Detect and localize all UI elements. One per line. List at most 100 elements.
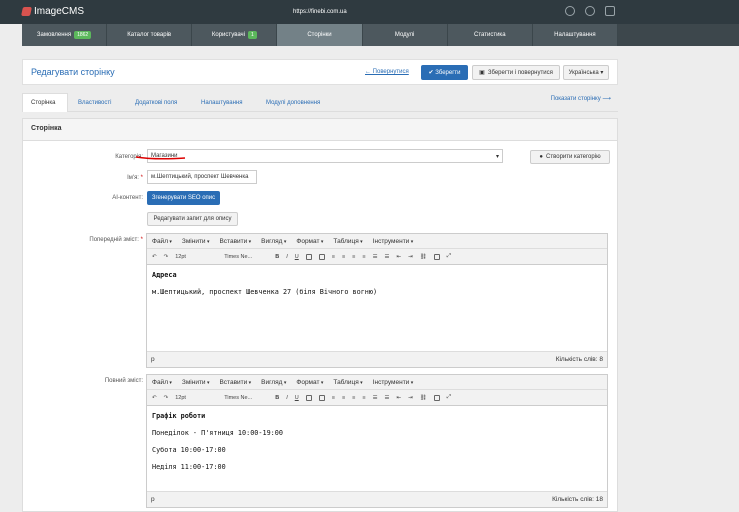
help-icon[interactable]	[565, 6, 575, 16]
menu-format[interactable]: Формат	[296, 238, 323, 245]
editor-menubar: Файл Змінити Вставити Вигляд Формат Табл…	[147, 234, 607, 249]
text-color-icon[interactable]	[305, 253, 312, 260]
align-right-icon[interactable]: ≡	[352, 254, 355, 260]
font-size-select[interactable]: 12pt	[175, 254, 217, 260]
external-link-icon[interactable]	[605, 6, 615, 16]
nav-modules[interactable]: Модулі	[363, 24, 448, 46]
menu-table[interactable]: Таблиця	[333, 379, 362, 386]
page-form-panel: Сторінка Категорія: Магазини ▾ ● Створити …	[22, 118, 618, 512]
category-select[interactable]: Магазини ▾	[147, 149, 503, 163]
tab-page[interactable]: Сторінка	[22, 93, 68, 112]
align-center-icon[interactable]: ≡	[342, 395, 345, 401]
align-justify-icon[interactable]: ≡	[362, 395, 365, 401]
logo-text: ImageCMS	[34, 6, 85, 17]
align-right-icon[interactable]: ≡	[352, 395, 355, 401]
menu-file[interactable]: Файл	[152, 379, 172, 386]
element-path: p	[151, 356, 155, 363]
generate-seo-button[interactable]: Згенерувати SEO опис	[147, 191, 220, 205]
font-family-select[interactable]: Times Ne...	[224, 254, 268, 260]
word-count: Кількість слів: 18	[552, 496, 603, 503]
undo-icon[interactable]: ↶	[152, 395, 157, 401]
align-center-icon[interactable]: ≡	[342, 254, 345, 260]
save-return-button[interactable]: ▣ Зберегти і повернутися	[472, 65, 560, 80]
back-link[interactable]: ← Повернутися	[365, 69, 409, 75]
nav-statistics[interactable]: Статистика	[448, 24, 533, 46]
save-button[interactable]: ✔ Зберегти	[421, 65, 468, 80]
preview-content[interactable]: Адреса м.Шептицький, проспект Шевченка 2…	[147, 265, 607, 311]
nav-pages[interactable]: Сторінки	[277, 24, 363, 46]
bold-icon[interactable]: B	[275, 254, 279, 260]
menu-edit[interactable]: Змінити	[182, 238, 210, 245]
plus-icon: ●	[539, 154, 544, 160]
panel-title: Сторінка	[23, 119, 617, 141]
show-page-link[interactable]: Показати сторінку ⟶	[551, 95, 611, 102]
indent-icon[interactable]: ⇥	[408, 254, 413, 260]
bullet-list-icon[interactable]: ☰	[373, 395, 378, 401]
tab-bar: Сторінка Властивості Додаткові поля Нала…	[22, 93, 618, 112]
menu-view[interactable]: Вигляд	[261, 238, 286, 245]
orders-badge: 1862	[74, 31, 92, 39]
align-left-icon[interactable]: ≡	[332, 395, 335, 401]
nav-filler	[618, 24, 739, 46]
nav-settings[interactable]: Налаштування	[533, 24, 618, 46]
italic-icon[interactable]: I	[286, 254, 288, 260]
full-content[interactable]: Графік роботи Понеділок - П'ятниця 10:00…	[147, 406, 607, 486]
align-left-icon[interactable]: ≡	[332, 254, 335, 260]
fullscreen-icon[interactable]: ⤢	[447, 253, 451, 260]
redo-icon[interactable]: ↷	[164, 254, 169, 260]
menu-view[interactable]: Вигляд	[261, 379, 286, 386]
menu-insert[interactable]: Вставити	[219, 238, 251, 245]
underline-icon[interactable]: U	[295, 254, 299, 260]
italic-icon[interactable]: I	[286, 395, 288, 401]
bold-icon[interactable]: B	[275, 395, 279, 401]
outdent-icon[interactable]: ⇤	[396, 254, 401, 260]
preview-label: Попередній зміст: *	[89, 237, 143, 243]
redo-icon[interactable]: ↷	[164, 395, 169, 401]
fullscreen-icon[interactable]: ⤢	[447, 394, 451, 401]
font-size-select[interactable]: 12pt	[175, 395, 217, 401]
undo-icon[interactable]: ↶	[152, 254, 157, 260]
user-icon[interactable]	[585, 6, 595, 16]
menu-file[interactable]: Файл	[152, 238, 172, 245]
link-icon[interactable]: ⛓	[420, 395, 427, 401]
users-badge: 1	[248, 31, 257, 39]
page-title: Редагувати сторінку	[31, 67, 115, 77]
tab-settings[interactable]: Налаштування	[193, 93, 250, 112]
logo-icon	[21, 7, 32, 16]
nav-orders[interactable]: Замовлення 1862	[22, 24, 108, 46]
logo[interactable]: ImageCMS	[21, 6, 85, 17]
site-url[interactable]: https://finebi.com.ua	[293, 9, 347, 15]
tab-additional-fields[interactable]: Додаткові поля	[127, 93, 185, 112]
bullet-list-icon[interactable]: ☰	[373, 254, 378, 260]
menu-table[interactable]: Таблиця	[333, 238, 362, 245]
image-icon[interactable]	[433, 394, 440, 401]
menu-format[interactable]: Формат	[296, 379, 323, 386]
numbered-list-icon[interactable]: ☰	[385, 395, 390, 401]
menu-edit[interactable]: Змінити	[182, 379, 210, 386]
create-category-button[interactable]: ● Створити категорію	[530, 150, 610, 164]
full-statusbar: p Кількість слів: 18	[147, 491, 607, 507]
bg-color-icon[interactable]	[318, 253, 325, 260]
underline-icon[interactable]: U	[295, 395, 299, 401]
text-color-icon[interactable]	[305, 394, 312, 401]
outdent-icon[interactable]: ⇤	[396, 395, 401, 401]
menu-insert[interactable]: Вставити	[219, 379, 251, 386]
font-family-select[interactable]: Times Ne...	[224, 395, 268, 401]
nav-users[interactable]: Користувачі 1	[192, 24, 278, 46]
nav-catalog[interactable]: Каталог товарів	[107, 24, 193, 46]
indent-icon[interactable]: ⇥	[408, 395, 413, 401]
menu-tools[interactable]: Інструменти	[373, 379, 414, 386]
menu-tools[interactable]: Інструменти	[373, 238, 414, 245]
tab-properties[interactable]: Властивості	[70, 93, 119, 112]
bg-color-icon[interactable]	[318, 394, 325, 401]
preview-editor: Файл Змінити Вставити Вигляд Формат Табл…	[146, 233, 608, 368]
edit-prompt-button[interactable]: Редагувати запит для опису	[147, 212, 238, 226]
language-select[interactable]: Українська ▾	[563, 65, 609, 80]
name-input[interactable]: м.Шептицький, проспект Шевченка	[147, 170, 257, 184]
align-justify-icon[interactable]: ≡	[362, 254, 365, 260]
image-icon[interactable]	[433, 253, 440, 260]
tab-addon-modules[interactable]: Модулі доповнення	[258, 93, 328, 112]
element-path: p	[151, 496, 155, 503]
link-icon[interactable]: ⛓	[420, 254, 427, 260]
numbered-list-icon[interactable]: ☰	[385, 254, 390, 260]
